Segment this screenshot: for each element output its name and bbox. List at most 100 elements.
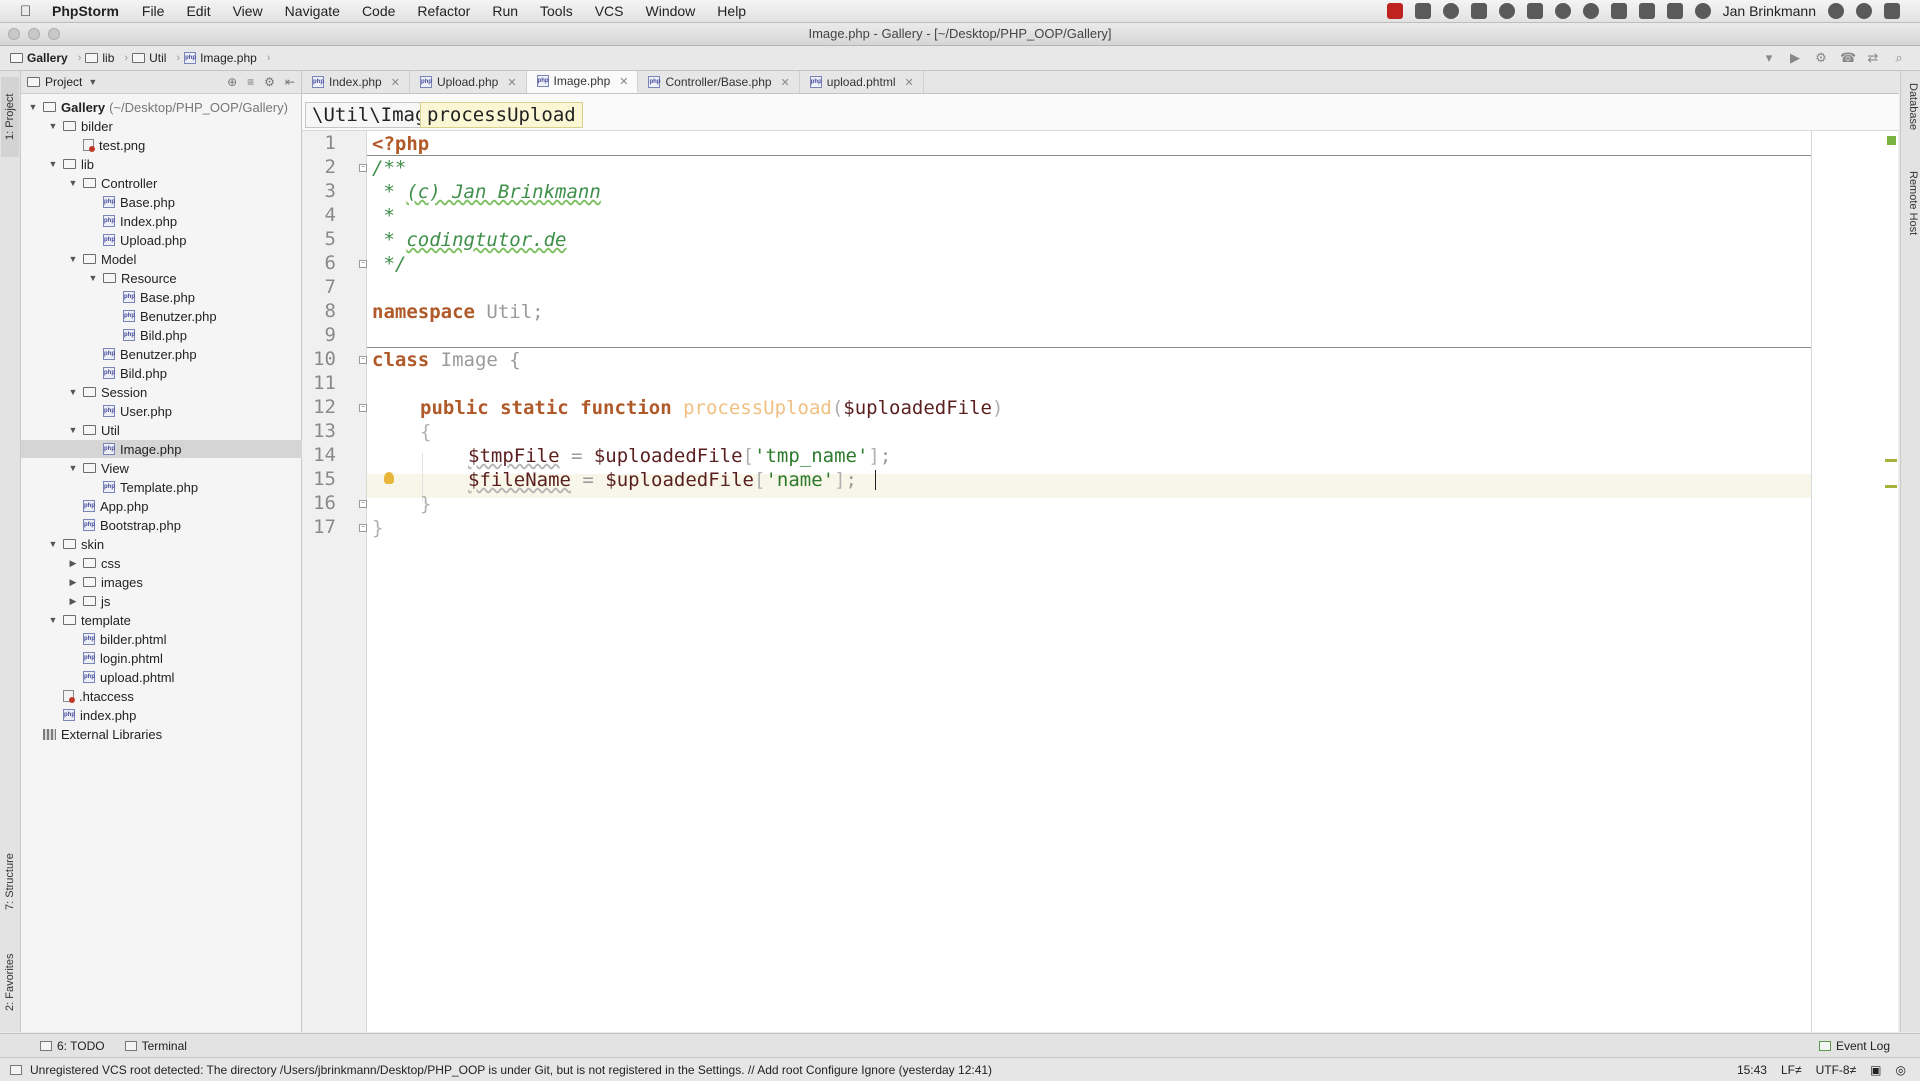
tree-item-lib[interactable]: ▼ lib [21,155,327,173]
inspection-ok-icon[interactable] [1887,136,1896,145]
fold-marker-icon[interactable]: − [359,164,367,172]
breadcrumb-image-php[interactable]: Image.php [200,51,257,65]
expanded-arrow-icon[interactable]: ▼ [87,273,99,283]
caret-position[interactable]: 15:43 [1737,1063,1767,1077]
expanded-arrow-icon[interactable]: ▼ [27,102,39,112]
code-editor[interactable]: <?php /** * (c) Jan Brinkmann * * coding… [367,131,1898,1032]
expanded-arrow-icon[interactable]: ▼ [47,615,59,625]
menu-refactor[interactable]: Refactor [406,3,481,19]
expanded-arrow-icon[interactable]: ▼ [47,159,59,169]
close-icon[interactable]: ✕ [391,76,400,89]
collapse-all-icon[interactable]: ≡ [247,75,254,89]
plus-icon[interactable] [1470,3,1487,19]
spotlight-search-icon[interactable] [1856,3,1872,19]
chevron-down-icon[interactable]: ▼ [88,77,97,87]
notification-center-icon[interactable] [1884,3,1900,19]
debug-icon[interactable]: ⚙ [1814,51,1828,65]
apple-icon[interactable]:  [20,3,38,20]
tab-image-php[interactable]: php Image.php ✕ [526,71,639,93]
menu-code[interactable]: Code [351,3,406,19]
collapsed-arrow-icon[interactable]: ▶ [67,558,79,569]
structure-tool-tab[interactable]: 7: Structure [1,837,19,927]
breadcrumb-lib[interactable]: lib [102,51,114,65]
user-name[interactable]: Jan Brinkmann [1723,3,1816,19]
terminal-tool-tab[interactable]: Terminal [115,1039,197,1053]
listen-debug-icon[interactable]: ☎ [1840,51,1856,65]
search-icon[interactable]: ⌕ [1892,51,1906,65]
close-window-button[interactable] [8,28,20,40]
tree-item-index-php[interactable]: php index.php [21,706,327,724]
tree-item-external-libraries[interactable]: External Libraries [21,725,307,743]
menu-run[interactable]: Run [481,3,529,19]
collapsed-arrow-icon[interactable]: ▶ [67,596,79,607]
menu-navigate[interactable]: Navigate [274,3,351,19]
menu-help[interactable]: Help [706,3,757,19]
menu-edit[interactable]: Edit [175,3,221,19]
menu-window[interactable]: Window [635,3,707,19]
bluetooth-icon[interactable] [1666,3,1683,19]
intention-bulb-icon[interactable] [384,472,394,484]
close-icon[interactable]: ✕ [904,76,913,89]
expanded-arrow-icon[interactable]: ▼ [67,425,79,435]
method-crumb[interactable]: processUpload [420,102,583,128]
tab-upload-phtml[interactable]: php upload.phtml ✕ [800,71,924,93]
tab-upload-php[interactable]: php Upload.php ✕ [410,71,527,93]
zoom-window-button[interactable] [48,28,60,40]
error-stripe-mark[interactable] [1885,485,1897,488]
fold-marker-icon[interactable]: − [359,356,367,364]
minimize-window-button[interactable] [28,28,40,40]
dropbox-icon[interactable] [1414,3,1431,19]
close-icon[interactable]: ✕ [619,75,628,88]
tree-item-login-phtml[interactable]: php login.phtml [21,649,347,667]
tab-index-php[interactable]: php Index.php ✕ [302,71,410,93]
project-view-selector[interactable]: Project [45,75,82,89]
evernote-icon[interactable] [1442,3,1459,19]
tab-controller-base-php[interactable]: php Controller/Base.php ✕ [638,71,800,93]
sync-icon[interactable]: ⇄ [1866,51,1880,65]
favorites-tool-tab[interactable]: 2: Favorites [1,937,19,1027]
project-tool-tab[interactable]: 1: Project [1,77,19,157]
toggle-tool-windows-icon[interactable] [10,1064,22,1075]
tree-item-js[interactable]: ▶ js [21,592,347,610]
app-name-menu[interactable]: PhpStorm [52,3,119,19]
fold-marker-icon[interactable]: − [359,500,367,508]
collapsed-arrow-icon[interactable]: ▶ [67,577,79,588]
run-config-dropdown-icon[interactable]: ▾ [1762,51,1776,65]
creative-cloud-icon[interactable] [1554,3,1571,19]
vcs-notification-text[interactable]: Unregistered VCS root detected: The dire… [30,1063,992,1077]
fold-marker-icon[interactable]: − [359,260,367,268]
info-icon[interactable] [1498,3,1515,19]
expanded-arrow-icon[interactable]: ▼ [67,463,79,473]
bookmark-icon[interactable] [1526,3,1543,19]
tree-item-htaccess[interactable]: .htaccess [21,687,327,705]
gear-icon[interactable]: ⚙ [264,75,275,89]
volume-icon[interactable] [1638,3,1655,19]
elephant-icon[interactable] [1582,3,1599,19]
run-icon[interactable]: ▶ [1788,51,1802,65]
database-tool-tab[interactable]: Database [1903,83,1919,153]
expanded-arrow-icon[interactable]: ▼ [67,178,79,188]
remote-host-tool-tab[interactable]: Remote Host [1903,171,1919,271]
recording-icon[interactable] [1386,3,1403,19]
fold-marker-icon[interactable]: − [359,404,367,412]
breadcrumb-gallery[interactable]: Gallery [27,51,68,65]
expanded-arrow-icon[interactable]: ▼ [47,539,59,549]
todo-tool-tab[interactable]: 6: TODO [30,1039,115,1053]
menu-view[interactable]: View [222,3,274,19]
profile-icon[interactable] [1828,3,1844,19]
menu-file[interactable]: File [131,3,176,19]
tree-item-css[interactable]: ▶ css [21,554,347,572]
shield-icon[interactable] [1610,3,1627,19]
event-log-tool-tab[interactable]: Event Log [1809,1039,1920,1053]
tree-item-upload-phtml[interactable]: php upload.phtml [21,668,347,686]
menu-tools[interactable]: Tools [529,3,584,19]
scroll-from-source-icon[interactable]: ⊕ [227,75,237,89]
expanded-arrow-icon[interactable]: ▼ [67,387,79,397]
breadcrumb-util[interactable]: Util [149,51,166,65]
close-icon[interactable]: ✕ [507,76,516,89]
file-encoding[interactable]: UTF-8≠ [1816,1063,1857,1077]
lock-icon[interactable]: ▣ [1870,1063,1881,1077]
tree-item-bilder[interactable]: ▼ bilder [21,117,327,135]
fold-marker-icon[interactable]: − [359,524,367,532]
status-message[interactable]: Unregistered VCS root detected: The dire… [0,1063,992,1077]
